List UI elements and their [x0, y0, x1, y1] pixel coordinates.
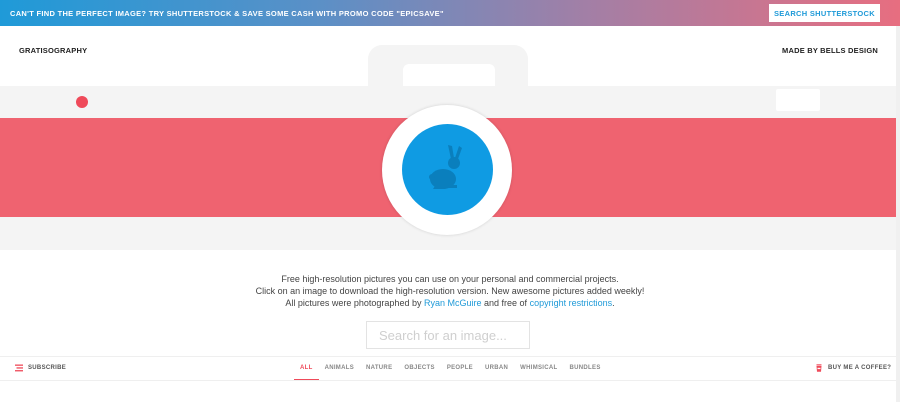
coffee-cup-icon: [816, 364, 822, 372]
license-link[interactable]: copyright restrictions: [530, 298, 613, 308]
promo-text: CAN'T FIND THE PERFECT IMAGE? TRY SHUTTE…: [10, 8, 444, 18]
intro-line-3-prefix: All pictures were photographed by: [285, 298, 422, 308]
category-animals[interactable]: ANIMALS: [319, 362, 360, 380]
intro-text: Free high-resolution pictures you can us…: [0, 273, 900, 309]
list-icon: [15, 364, 23, 372]
category-nav: ALL ANIMALS NATURE OBJECTS PEOPLE URBAN …: [294, 362, 607, 381]
category-nature[interactable]: NATURE: [360, 362, 398, 380]
category-people[interactable]: PEOPLE: [441, 362, 479, 380]
category-whimsical[interactable]: WHIMSICAL: [514, 362, 563, 380]
subscribe-label: SUBSCRIBE: [28, 365, 67, 371]
intro-line-1: Free high-resolution pictures you can us…: [281, 274, 619, 284]
intro-line-2: Click on an image to download the high-r…: [255, 286, 645, 296]
intro-line-3-suffix: .: [612, 298, 615, 308]
category-bundles[interactable]: BUNDLES: [564, 362, 607, 380]
made-by-link[interactable]: MADE BY BELLS DESIGN: [782, 46, 878, 55]
intro-line-3-middle: and free of: [484, 298, 528, 308]
coffee-label: BUY ME A COFFEE?: [828, 365, 892, 371]
site-logo[interactable]: GRATISOGRAPHY: [19, 46, 87, 55]
category-all[interactable]: ALL: [294, 362, 319, 381]
promo-bar: CAN'T FIND THE PERFECT IMAGE? TRY SHUTTE…: [0, 0, 900, 26]
page-scrollbar[interactable]: [896, 26, 900, 402]
author-link[interactable]: Ryan McGuire: [424, 298, 482, 308]
nav-divider-bottom: [0, 380, 900, 381]
search-shutterstock-button[interactable]: SEARCH SHUTTERSTOCK: [769, 4, 880, 22]
flash-icon: [776, 89, 820, 111]
record-light-icon: [76, 96, 88, 108]
buy-coffee-link[interactable]: BUY ME A COFFEE?: [815, 364, 891, 372]
nav-divider-top: [0, 356, 900, 357]
category-objects[interactable]: OBJECTS: [398, 362, 440, 380]
subscribe-link[interactable]: SUBSCRIBE: [15, 364, 66, 372]
rabbit-icon: [429, 145, 462, 189]
intro-line-3: All pictures were photographed by Ryan M…: [0, 297, 900, 309]
search-input[interactable]: [366, 321, 530, 349]
category-urban[interactable]: URBAN: [479, 362, 514, 380]
